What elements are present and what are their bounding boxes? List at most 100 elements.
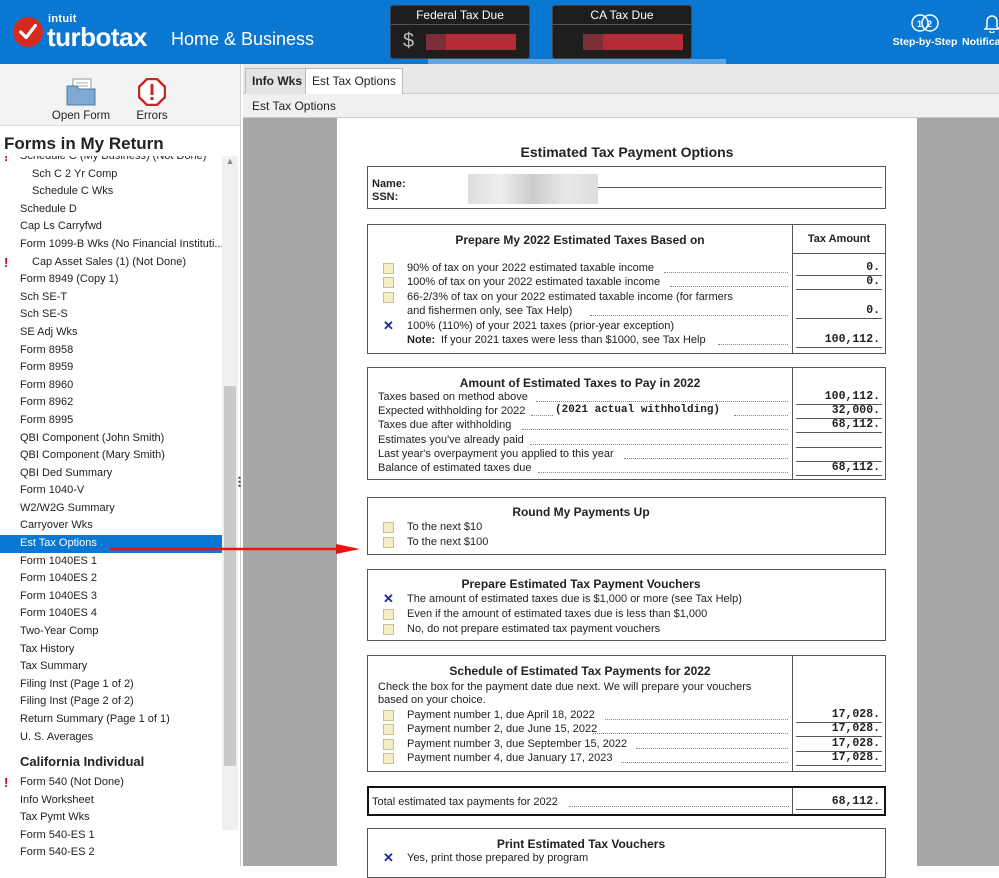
option-100pct-amount[interactable]: 0. — [794, 275, 880, 288]
california-section-header[interactable]: California Individual — [0, 752, 222, 772]
no-vouchers-checkbox[interactable] — [383, 624, 394, 635]
form-list-item[interactable]: Filing Inst (Page 2 of 2) — [0, 693, 222, 711]
form-list-item[interactable]: Form 1040ES 1 — [0, 553, 222, 571]
total-payments-amount[interactable]: 68,112. — [794, 795, 880, 808]
form-list-item[interactable]: Tax Summary — [0, 658, 222, 676]
schedule-description: Check the box for the payment date due n… — [378, 681, 752, 693]
schedule-description-2: based on your choice. — [378, 694, 486, 706]
form-list-item[interactable]: Sch SE-S — [0, 306, 222, 324]
tab-est-tax-options[interactable]: Est Tax Options — [305, 68, 403, 94]
form-list-item[interactable]: Two-Year Comp — [0, 623, 222, 641]
edition-label: Home & Business — [171, 29, 315, 49]
form-list-item[interactable]: ! Cap Asset Sales (1) (Not Done) — [0, 254, 222, 272]
form-list-item[interactable]: U. S. Averages — [0, 729, 222, 747]
open-form-button[interactable]: Open Form — [50, 72, 112, 122]
form-list-item[interactable]: Carryover Wks — [0, 517, 222, 535]
voucher-under-1000-label: Even if the amount of estimated taxes du… — [407, 608, 708, 620]
payment-3-amount[interactable]: 17,028. — [794, 737, 880, 750]
print-vouchers-checkbox-checked[interactable]: ✕ — [383, 851, 394, 864]
ca-form-list-item-label: Tax Pymt Wks — [20, 811, 90, 824]
form-list-item[interactable]: Form 8995 — [0, 412, 222, 430]
form-list-item[interactable]: Form 8949 (Copy 1) — [0, 271, 222, 289]
ca-form-list-item[interactable]: ! Form 540 (Not Done) — [0, 774, 222, 792]
form-list-item[interactable]: Sch C 2 Yr Comp — [0, 166, 222, 184]
estimates-paid-field[interactable] — [796, 447, 882, 448]
form-list-item[interactable]: Form 1040ES 2 — [0, 570, 222, 588]
error-icon — [132, 72, 172, 106]
payment-1-amount[interactable]: 17,028. — [794, 708, 880, 721]
form-title: Estimated Tax Payment Options — [520, 144, 734, 160]
option-90pct-amount[interactable]: 0. — [794, 261, 880, 274]
option-prior-year-amount[interactable]: 100,112. — [794, 333, 880, 346]
round-100-checkbox[interactable] — [383, 537, 394, 548]
form-list-item[interactable]: Form 8959 — [0, 359, 222, 377]
payment-1-checkbox[interactable] — [383, 710, 394, 721]
form-list-item[interactable]: Form 8960 — [0, 377, 222, 395]
balance-due-amount[interactable]: 68,112. — [794, 461, 880, 474]
option-farmers-label: 66-2/3% of tax on your 2022 estimated ta… — [407, 291, 733, 303]
ca-form-list-item[interactable]: Info Worksheet — [0, 792, 222, 810]
payment-4-label: Payment number 4, due January 17, 2023 — [407, 752, 613, 764]
voucher-under-1000-checkbox[interactable] — [383, 609, 394, 620]
form-list-item[interactable]: Form 1099-B Wks (No Financial Instituti.… — [0, 236, 222, 254]
splitter-handle[interactable]: • • • — [238, 474, 242, 491]
form-list-item-label: Sch C 2 Yr Comp — [32, 167, 118, 180]
tab-info-wks[interactable]: Info Wks — [245, 68, 309, 94]
federal-tax-due-box[interactable]: Federal Tax Due $ — [390, 5, 530, 59]
federal-tax-due-label: Federal Tax Due — [391, 6, 529, 25]
form-list-item[interactable]: QBI Ded Summary — [0, 465, 222, 483]
ca-form-list-item[interactable]: Form 540-ES 2 — [0, 844, 222, 862]
option-100pct-label: 100% of tax on your 2022 estimated taxab… — [407, 276, 661, 288]
forms-panel-title: Forms in My Return — [4, 134, 164, 153]
form-list-item[interactable]: Schedule D — [0, 201, 222, 219]
option-prior-year-checkbox-checked[interactable]: ✕ — [383, 319, 394, 332]
ca-tax-due-box[interactable]: CA Tax Due — [552, 5, 692, 59]
errors-button[interactable]: Errors — [132, 72, 172, 122]
ca-form-list-item-label: Form 540-ES 2 — [20, 846, 95, 859]
form-list-item[interactable]: QBI Component (Mary Smith) — [0, 447, 222, 465]
option-90pct-checkbox[interactable] — [383, 263, 394, 274]
form-list-item[interactable]: Form 8962 — [0, 394, 222, 412]
payment-4-amount[interactable]: 17,028. — [794, 751, 880, 764]
total-payments-box: Total estimated tax payments for 2022 68… — [367, 786, 886, 816]
step-by-step-button[interactable]: 12 Step-by-Step — [890, 10, 960, 48]
form-list-item[interactable]: Filing Inst (Page 1 of 2) — [0, 676, 222, 694]
option-farmers-amount[interactable]: 0. — [794, 304, 880, 317]
form-list-item[interactable]: Form 1040ES 3 — [0, 588, 222, 606]
form-list-item[interactable]: Form 1040ES 4 — [0, 605, 222, 623]
payment-3-checkbox[interactable] — [383, 739, 394, 750]
form-list-item[interactable]: ! Schedule C (My Business) (Not Done) — [0, 156, 222, 166]
round-10-checkbox[interactable] — [383, 522, 394, 533]
form-list-item[interactable]: Return Summary (Page 1 of 1) — [0, 711, 222, 729]
form-list-item[interactable]: Sch SE-T — [0, 289, 222, 307]
ca-form-list-item[interactable]: Tax Pymt Wks — [0, 809, 222, 827]
taxes-based-amount[interactable]: 100,112. — [794, 390, 880, 403]
form-list-item-label: Form 1040-V — [20, 484, 85, 497]
form-list-item-label: U. S. Averages — [20, 730, 94, 743]
form-list-item[interactable]: Form 1040-V — [0, 482, 222, 500]
payment-4-checkbox[interactable] — [383, 753, 394, 764]
payment-2-checkbox[interactable] — [383, 724, 394, 735]
scrollbar-thumb[interactable] — [224, 386, 236, 766]
voucher-over-1000-checkbox-checked[interactable]: ✕ — [383, 592, 394, 605]
form-list-item[interactable]: Tax History — [0, 641, 222, 659]
bell-icon — [962, 10, 999, 36]
option-100pct-checkbox[interactable] — [383, 277, 394, 288]
form-list-item[interactable]: QBI Component (John Smith) — [0, 430, 222, 448]
form-list-item[interactable]: W2/W2G Summary — [0, 500, 222, 518]
amount-to-pay-box: Amount of Estimated Taxes to Pay in 2022… — [367, 367, 886, 480]
svg-text:2: 2 — [927, 19, 932, 29]
form-list-item[interactable]: Schedule C Wks — [0, 183, 222, 201]
notifications-button[interactable]: Notifica — [962, 10, 999, 48]
option-farmers-checkbox[interactable] — [383, 292, 394, 303]
expected-withholding-amount[interactable]: 32,000. — [794, 404, 880, 417]
option-prior-year-label: 100% (110%) of your 2021 taxes (prior-ye… — [407, 320, 674, 332]
taxes-due-after-amount[interactable]: 68,112. — [794, 418, 880, 431]
form-list-item[interactable]: Form 8958 — [0, 342, 222, 360]
option-90pct-label: 90% of tax on your 2022 estimated taxabl… — [407, 262, 655, 274]
payment-2-amount[interactable]: 17,028. — [794, 722, 880, 735]
ca-form-list-item[interactable]: Form 540-ES 1 — [0, 827, 222, 845]
form-list-item[interactable]: SE Adj Wks — [0, 324, 222, 342]
scroll-up-arrow[interactable]: ▲ — [224, 156, 236, 170]
form-list-item[interactable]: Cap Ls Carryfwd — [0, 218, 222, 236]
